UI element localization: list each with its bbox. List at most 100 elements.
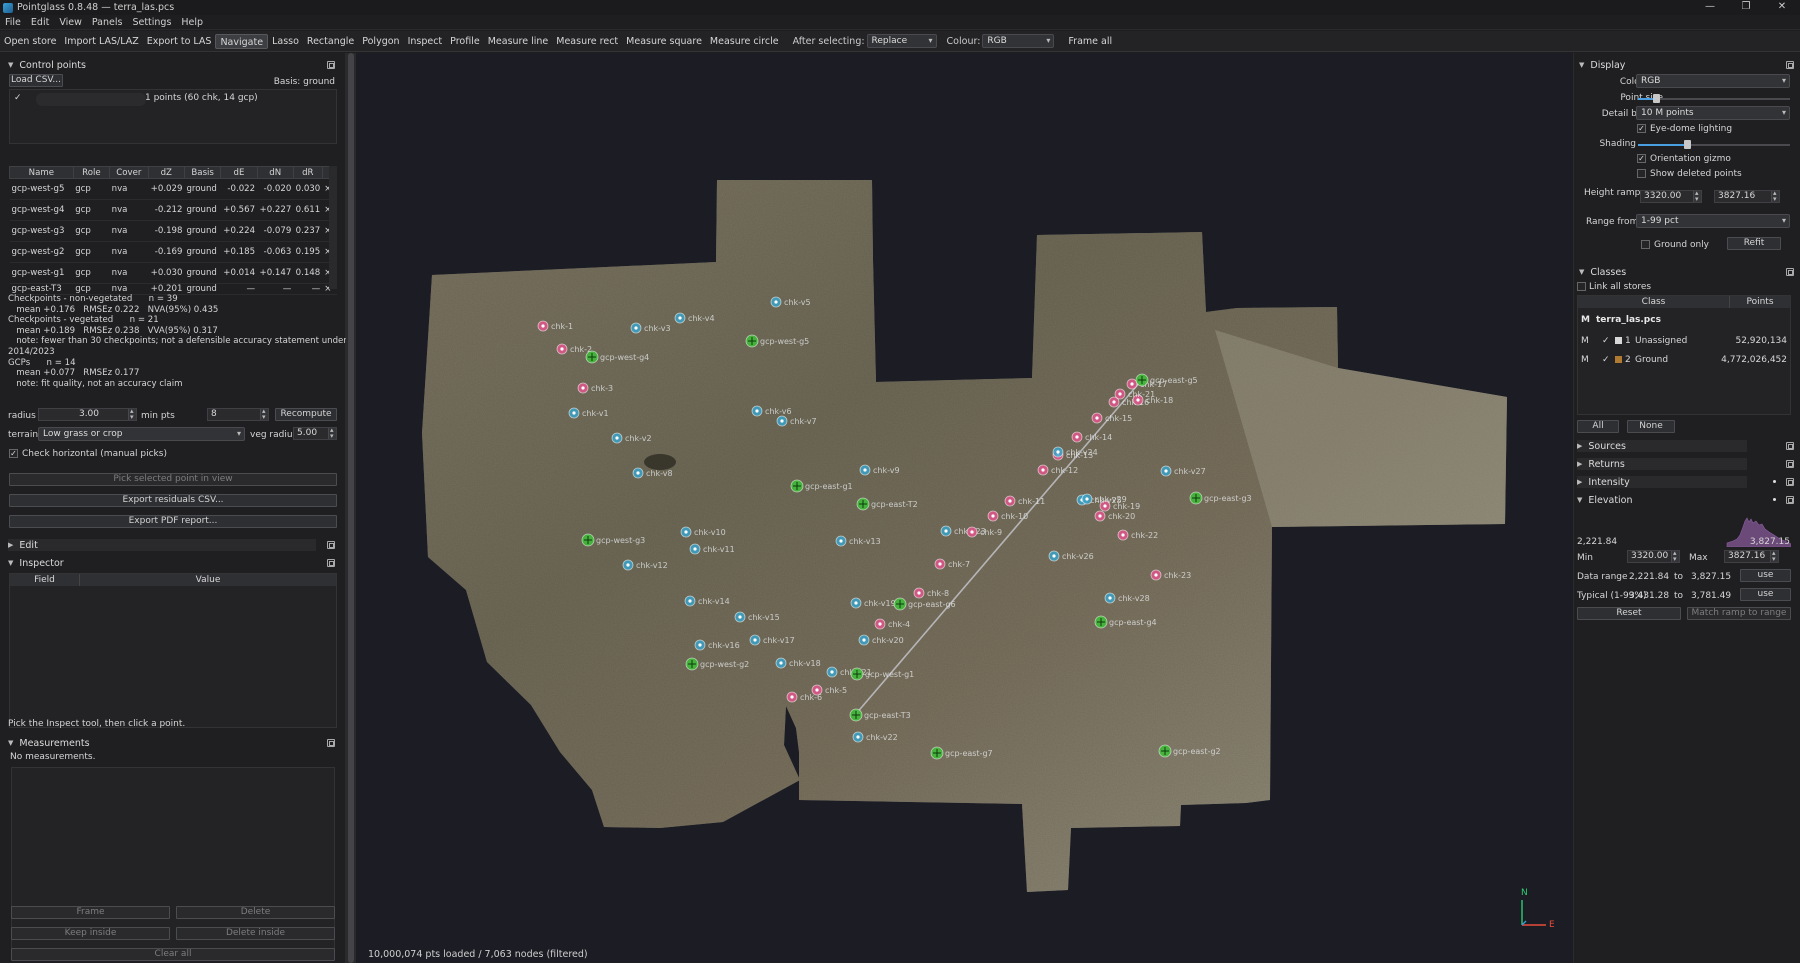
checkpoint-marker[interactable]: chk-v27 — [1160, 465, 1206, 477]
checkpoint-marker[interactable]: chk-2 — [556, 343, 592, 355]
checkpoint-marker[interactable]: chk-v18 — [775, 657, 821, 669]
measure-line-button[interactable]: Measure line — [484, 34, 553, 49]
checkpoint-marker[interactable]: chk-8 — [913, 587, 949, 599]
checkpoint-marker[interactable]: chk-1 — [537, 320, 573, 332]
export-pdf-button[interactable]: Export PDF report... — [9, 515, 337, 528]
checkpoint-marker[interactable]: chk-v4 — [674, 312, 715, 324]
spin-arrows-icon[interactable] — [1771, 188, 1779, 205]
checkpoint-marker[interactable]: chk-10 — [987, 510, 1028, 522]
gcp-marker[interactable]: gcp-east-g1 — [790, 479, 853, 493]
gcp-marker[interactable]: gcp-east-T3 — [849, 708, 911, 722]
returns-header[interactable]: ▶ Returns — [1577, 458, 1747, 470]
delete-button[interactable]: Delete — [176, 906, 335, 919]
checkpoint-marker[interactable]: chk-v15 — [734, 611, 780, 623]
gcp-marker[interactable]: gcp-west-g4 — [585, 350, 649, 364]
col-role[interactable]: Role — [72, 166, 111, 179]
undock-icon[interactable] — [327, 61, 335, 69]
checkpoint-marker[interactable]: chk-14 — [1071, 431, 1112, 443]
sources-header[interactable]: ▶ Sources — [1577, 440, 1747, 452]
checkpoint-marker[interactable]: chk-21 — [1114, 388, 1155, 400]
measurements-header[interactable]: ▼ Measurements — [8, 737, 90, 749]
checkpoint-marker[interactable]: chk-15 — [1091, 412, 1132, 424]
col-name[interactable]: Name — [9, 166, 74, 179]
measure-square-button[interactable]: Measure square — [622, 34, 706, 49]
min-pts-input[interactable]: 8 — [207, 406, 269, 423]
ramp-max-input[interactable]: 3827.16 — [1714, 188, 1780, 205]
gcp-marker[interactable]: gcp-west-g1 — [850, 667, 914, 681]
table-scrollbar[interactable] — [329, 166, 337, 289]
checkpoint-marker[interactable]: chk-v26 — [1048, 550, 1094, 562]
gcp-marker[interactable]: gcp-east-g2 — [1158, 744, 1221, 758]
keep-inside-button[interactable]: Keep inside — [11, 927, 170, 940]
file-checkmark[interactable]: ✓ — [14, 93, 22, 103]
intensity-header[interactable]: ▶ Intensity — [1577, 476, 1747, 488]
class-m[interactable]: M — [1581, 336, 1589, 346]
table-row[interactable]: gcp-west-g1 gcp nva +0.030 ground +0.014 +0.14… — [9, 262, 337, 284]
veg-radius-input[interactable]: 5.00 — [293, 425, 337, 442]
inspect-tool-button[interactable]: Inspect — [404, 34, 447, 49]
menu-panels[interactable]: Panels — [87, 17, 128, 28]
spin-arrows-icon[interactable] — [260, 406, 268, 423]
checkpoint-marker[interactable]: chk-v14 — [684, 595, 730, 607]
class-row[interactable]: M ✓ 1 Unassigned 52,920,134 — [1578, 335, 1790, 349]
maximize-icon[interactable]: ❐ — [1728, 0, 1764, 15]
checkpoint-marker[interactable]: chk-v22 — [852, 731, 898, 743]
checkpoint-marker[interactable]: chk-v10 — [680, 526, 726, 538]
close-icon[interactable]: ✕ — [1764, 0, 1800, 15]
undock-icon[interactable] — [327, 559, 335, 567]
match-ramp-button[interactable]: Match ramp to range — [1687, 607, 1791, 620]
colour-by-select[interactable]: RGB — [1636, 74, 1790, 88]
checkpoint-marker[interactable]: chk-23 — [1150, 569, 1191, 581]
open-store-button[interactable]: Open store — [0, 34, 60, 49]
rectangle-tool-button[interactable]: Rectangle — [303, 34, 358, 49]
colour-select[interactable]: RGB — [982, 34, 1055, 48]
menu-view[interactable]: View — [54, 17, 87, 28]
classes-all-button[interactable]: All — [1577, 420, 1619, 433]
checkpoint-marker[interactable]: chk-v23 — [940, 525, 986, 537]
clear-all-button[interactable]: Clear all — [11, 948, 335, 961]
table-row[interactable]: gcp-east-T3 gcp nva +0.201 ground — — — × — [9, 283, 337, 295]
checkpoint-marker[interactable]: chk-v3 — [630, 322, 671, 334]
menu-edit[interactable]: Edit — [26, 17, 54, 28]
spin-arrows-icon[interactable] — [128, 406, 136, 423]
checkpoint-marker[interactable]: chk-20 — [1094, 510, 1135, 522]
gcp-marker[interactable]: gcp-east-g4 — [1094, 615, 1157, 629]
table-row[interactable]: gcp-west-g2 gcp nva -0.169 ground +0.185 -0.06… — [9, 241, 337, 263]
file-summary[interactable]: 1 points (60 chk, 14 gcp) — [145, 93, 258, 103]
point-size-slider[interactable] — [1638, 94, 1790, 103]
slider-handle[interactable] — [1653, 94, 1661, 103]
table-row[interactable]: gcp-west-g4 gcp nva -0.212 ground +0.567 +0.22… — [9, 199, 337, 221]
elev-min-input[interactable]: 3320.00 — [1627, 548, 1680, 565]
spin-arrows-icon[interactable] — [1693, 188, 1701, 205]
spin-arrows-icon[interactable] — [1770, 548, 1778, 565]
measure-circle-button[interactable]: Measure circle — [706, 34, 783, 49]
col-dr[interactable]: dR — [292, 166, 323, 179]
checkpoint-marker[interactable]: chk-v24 — [1052, 446, 1098, 458]
panel-splitter[interactable] — [346, 53, 356, 963]
col-dz[interactable]: dZ — [147, 166, 185, 179]
classes-header[interactable]: ▼ Classes — [1579, 266, 1626, 278]
recompute-button[interactable]: Recompute — [275, 408, 337, 421]
checkpoint-marker[interactable]: chk-v28 — [1104, 592, 1150, 604]
import-las-button[interactable]: Import LAS/LAZ — [60, 34, 142, 49]
table-row[interactable]: gcp-west-g3 gcp nva -0.198 ground +0.224 -0.07… — [9, 220, 337, 242]
minimize-icon[interactable]: — — [1692, 0, 1728, 15]
elevation-header[interactable]: ▼ Elevation — [1577, 494, 1633, 506]
checkpoint-marker[interactable]: chk-v1 — [568, 407, 609, 419]
pick-selected-button[interactable]: Pick selected point in view — [9, 473, 337, 486]
elev-max-input[interactable]: 3827.16 — [1724, 548, 1779, 565]
class-color-swatch[interactable] — [1615, 356, 1622, 363]
spin-arrows-icon[interactable] — [328, 425, 336, 442]
undock-icon[interactable] — [327, 541, 335, 549]
profile-tool-button[interactable]: Profile — [446, 34, 484, 49]
splitter-handle[interactable] — [348, 53, 354, 963]
checkpoint-marker[interactable]: chk-v16 — [694, 639, 740, 651]
check-horizontal-checkbox[interactable]: ✓ — [9, 449, 18, 458]
checkpoint-marker[interactable]: chk-v7 — [776, 415, 817, 427]
navigate-tool-button[interactable]: Navigate — [215, 33, 269, 49]
link-all-checkbox[interactable] — [1577, 282, 1586, 291]
eye-dome-checkbox[interactable]: ✓ — [1637, 124, 1646, 133]
class-color-swatch[interactable] — [1615, 337, 1622, 344]
radius-input[interactable]: 3.00 — [38, 406, 137, 423]
ramp-min-input[interactable]: 3320.00 — [1640, 188, 1702, 205]
